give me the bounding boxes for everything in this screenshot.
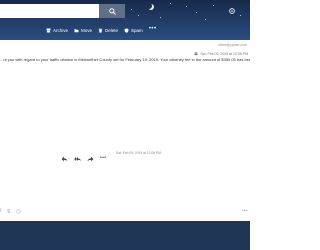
- star-decoration: [186, 6, 187, 7]
- search-button[interactable]: [99, 4, 125, 18]
- star-decoration: [170, 3, 171, 4]
- sender-address[interactable]: office@yprize.com: [218, 43, 247, 47]
- message-timestamp: Sat, Feb 09, 2019 at 12:06 PM: [200, 52, 248, 56]
- gear-icon: [229, 8, 235, 14]
- message-more-button[interactable]: •••: [100, 155, 106, 161]
- reply-all-button[interactable]: [74, 156, 81, 162]
- message-toolbar: Archive Move Delete Spam •••: [46, 26, 157, 35]
- archive-label: Archive: [53, 28, 69, 33]
- delete-label: Delete: [105, 28, 119, 33]
- reply-all-icon: [74, 157, 81, 161]
- forward-button[interactable]: [87, 156, 94, 162]
- search-input[interactable]: [0, 4, 99, 18]
- move-label: Move: [81, 28, 93, 33]
- search-icon: [108, 7, 116, 15]
- italic-button[interactable]: I: [0, 208, 1, 214]
- folder-icon: [74, 29, 79, 33]
- spam-label: Spam: [131, 28, 143, 33]
- trash-icon: [98, 28, 103, 33]
- star-decoration: [213, 5, 214, 6]
- shield-icon: [124, 28, 129, 33]
- star-decoration: [160, 17, 161, 18]
- moon-icon: [146, 3, 152, 9]
- spam-button[interactable]: Spam: [124, 28, 143, 33]
- attachment-icon[interactable]: [6, 208, 11, 214]
- compose-more-button[interactable]: •••: [242, 208, 248, 213]
- emoji-icon[interactable]: [16, 208, 22, 214]
- printer-icon[interactable]: [194, 52, 198, 56]
- more-actions-button[interactable]: •••: [149, 26, 157, 32]
- move-button[interactable]: Move: [74, 28, 92, 33]
- star-decoration: [205, 19, 206, 20]
- message-date: Sat, Feb 09, 2019 at 12:06 PM: [116, 151, 161, 155]
- star-decoration: [131, 9, 132, 10]
- archive-button[interactable]: Archive: [46, 28, 68, 33]
- reply-icon: [61, 156, 68, 162]
- star-decoration: [240, 15, 241, 16]
- reply-button[interactable]: [61, 156, 68, 162]
- star-decoration: [196, 12, 197, 13]
- app-header: Archive Move Delete Spam •••: [0, 0, 250, 40]
- message-meta: Sat, Feb 09, 2019 at 12:06 PM: [194, 52, 248, 56]
- reply-actions: •••: [61, 155, 106, 162]
- compose-format-toolbar: I: [0, 208, 22, 214]
- mail-app-window: Archive Move Delete Spam ••• office@ypri…: [0, 0, 250, 250]
- settings-button[interactable]: [227, 6, 237, 16]
- delete-button[interactable]: Delete: [98, 28, 118, 33]
- archive-icon: [46, 28, 51, 33]
- star-decoration: [138, 15, 139, 16]
- forward-icon: [87, 156, 94, 162]
- message-pane: office@yprize.com Sat, Feb 09, 2019 at 1…: [0, 40, 250, 221]
- message-body-text: ...nt you with regard to your traffic ci…: [0, 57, 250, 62]
